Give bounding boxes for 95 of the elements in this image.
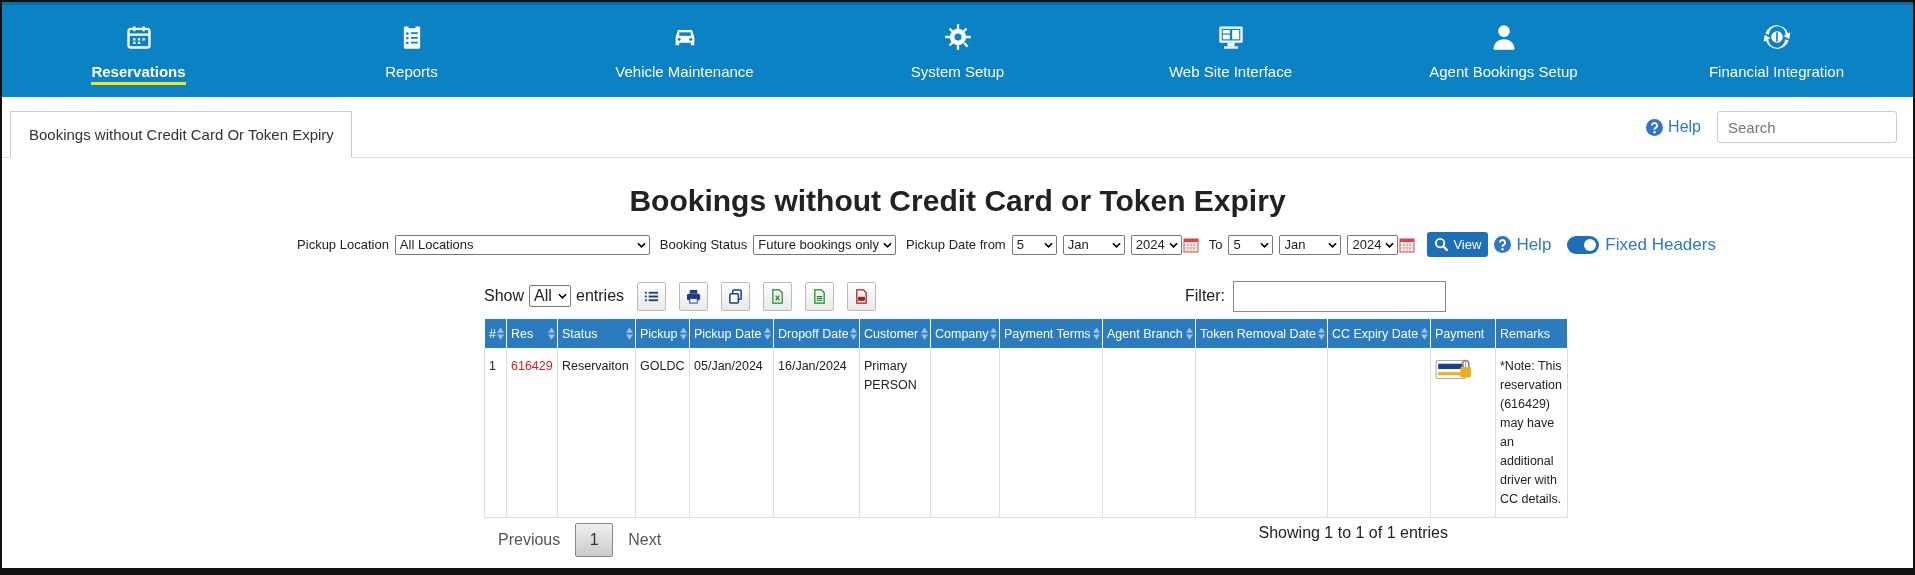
column-header[interactable]: Pickup xyxy=(635,318,690,349)
help-icon xyxy=(1494,236,1512,253)
month-select[interactable]: Jan xyxy=(1062,234,1125,255)
column-header[interactable]: CC Expiry Date xyxy=(1327,318,1431,349)
entries-select[interactable]: All xyxy=(529,285,572,307)
booking-status-select[interactable]: Future bookings only xyxy=(753,234,896,255)
view-button[interactable]: View xyxy=(1427,232,1489,257)
toolbar-button[interactable] xyxy=(721,281,751,311)
column-header[interactable]: Company xyxy=(930,318,1000,349)
table-cell-text: GOLDC xyxy=(640,358,685,375)
sort-icon xyxy=(1318,327,1325,340)
copy-icon xyxy=(728,288,744,304)
pickup-location-select[interactable]: All Locations xyxy=(394,234,650,255)
fixed-headers-label: Fixed Headers xyxy=(1605,234,1716,255)
table-cell-text: 16/Jan/2024 xyxy=(778,358,848,375)
pickup-date-label: Pickup Date from xyxy=(906,237,1006,252)
column-header[interactable]: Pickup Date xyxy=(689,318,774,349)
sort-icon xyxy=(680,327,687,340)
caret-icon xyxy=(1385,241,1395,248)
column-header[interactable]: Agent Branch xyxy=(1102,318,1196,349)
pdf-icon xyxy=(854,288,870,304)
nav-item[interactable]: System Setup xyxy=(821,5,1094,97)
entries-label: entries xyxy=(576,287,625,305)
sort-icon xyxy=(1421,327,1428,340)
calendar-icon[interactable] xyxy=(1399,236,1416,253)
year-select[interactable]: 2024 xyxy=(1347,234,1399,255)
to-label: To xyxy=(1208,237,1223,252)
sort-icon xyxy=(921,327,928,340)
previous-link[interactable]: Previous xyxy=(498,531,561,549)
nav-item[interactable]: Web Site Interface xyxy=(1094,5,1367,97)
caret-icon xyxy=(558,293,568,299)
caret-icon xyxy=(1111,241,1121,248)
filter-label: Filter: xyxy=(1185,287,1225,305)
caret-icon xyxy=(1260,241,1270,248)
sort-icon xyxy=(850,327,857,340)
show-label: Show xyxy=(484,287,525,305)
pickup-location-label: Pickup Location xyxy=(297,237,389,252)
nav-item[interactable]: Agent Bookings Setup xyxy=(1367,5,1640,97)
print-icon xyxy=(686,288,702,304)
help-icon xyxy=(1646,118,1664,136)
sort-icon xyxy=(1093,327,1100,340)
table-cell-text: 05/Jan/2024 xyxy=(694,358,764,375)
caret-icon xyxy=(636,241,646,248)
page-button[interactable]: 1 xyxy=(575,523,614,557)
search-icon xyxy=(1434,237,1450,252)
credit-card-icon xyxy=(1435,357,1473,381)
caret-icon xyxy=(1168,241,1178,248)
caret-icon xyxy=(883,241,892,248)
table-cell-text: Reservaiton xyxy=(562,358,630,375)
gear-icon xyxy=(943,23,972,51)
help-link[interactable]: Help xyxy=(1646,118,1701,136)
sort-icon xyxy=(497,327,504,340)
help-link[interactable]: Help xyxy=(1494,234,1552,255)
page-title: Bookings without Credit Card or Token Expiry xyxy=(628,184,1287,218)
caret-icon xyxy=(1043,241,1053,248)
next-link[interactable]: Next xyxy=(628,531,662,549)
excel-icon xyxy=(770,288,786,304)
filter-field[interactable] xyxy=(1233,280,1446,312)
nav-item[interactable]: Reports xyxy=(275,5,548,97)
column-header[interactable]: # xyxy=(484,318,507,349)
column-header[interactable]: Payment xyxy=(1430,318,1496,349)
year-select[interactable]: 2024 xyxy=(1130,234,1182,255)
entries-info: Showing 1 to 1 of 1 entries xyxy=(1258,523,1448,542)
column-header[interactable]: Status xyxy=(557,318,636,349)
table-cell-text: *Note: This reservation (616429) may have an additional driver with CC details. xyxy=(1500,358,1563,508)
search-field[interactable]: Search xyxy=(1717,111,1897,143)
column-header[interactable]: Payment Terms xyxy=(999,318,1103,349)
toolbar-button[interactable] xyxy=(679,281,709,311)
day-select[interactable]: 5 xyxy=(1228,234,1274,255)
column-header[interactable]: Customer xyxy=(859,318,931,349)
nav-item[interactable]: Financial Integration xyxy=(1640,5,1913,97)
sort-icon xyxy=(626,327,633,340)
page-tab[interactable]: Bookings without Credit Card Or Token Expiry xyxy=(10,111,352,158)
sort-icon xyxy=(548,327,555,340)
booking-status-label: Booking Status xyxy=(659,237,748,252)
day-select[interactable]: 5 xyxy=(1011,234,1057,255)
sort-icon xyxy=(990,327,997,340)
column-header[interactable]: Dropoff Date xyxy=(773,318,860,349)
fixed-headers-toggle[interactable] xyxy=(1567,235,1600,254)
csv-icon xyxy=(812,288,828,304)
table-cell-text: 616429 xyxy=(511,358,553,375)
table-cell-text: 1 xyxy=(489,358,497,375)
calendar-icon[interactable] xyxy=(1182,236,1199,253)
sort-icon xyxy=(764,327,771,340)
column-header[interactable]: Res xyxy=(506,318,558,349)
sort-icon xyxy=(1186,327,1193,340)
month-select[interactable]: Jan xyxy=(1279,234,1342,255)
column-header[interactable]: Token Removal Date xyxy=(1195,318,1328,349)
nav-item[interactable]: Vehicle Maintenance xyxy=(548,5,821,97)
toolbar-button[interactable] xyxy=(847,281,877,311)
caret-icon xyxy=(1328,241,1338,248)
column-header[interactable]: Remarks xyxy=(1495,318,1568,349)
toolbar-button[interactable] xyxy=(637,281,667,311)
table-cell-text: Primary PERSON xyxy=(864,358,918,394)
nav-item[interactable]: Reservations xyxy=(2,5,275,97)
